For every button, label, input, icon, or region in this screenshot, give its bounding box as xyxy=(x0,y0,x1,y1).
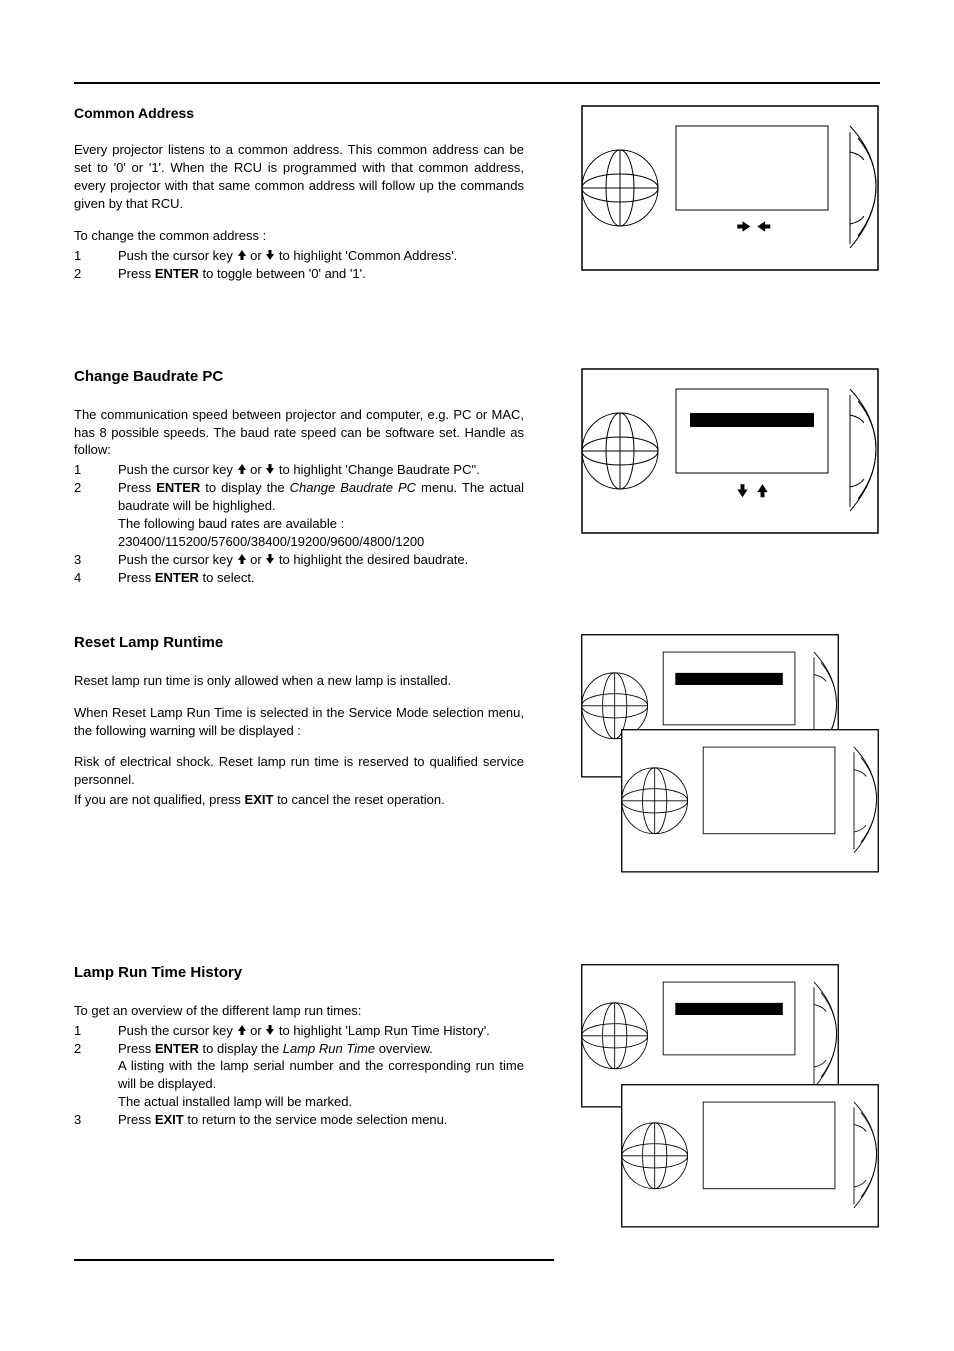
figure-change-baudrate xyxy=(580,367,880,535)
heading-lamp-history: Lamp Run Time History xyxy=(74,963,524,984)
step-number: 2 xyxy=(74,1040,118,1058)
step-text: Push the cursor key or to highlight 'Cha… xyxy=(118,461,524,479)
section-change-baudrate: Change Baudrate PC The communication spe… xyxy=(74,367,880,601)
arrow-up-icon xyxy=(237,553,247,565)
step-number: 2 xyxy=(74,479,118,497)
heading-change-baudrate: Change Baudrate PC xyxy=(74,367,524,388)
step-text: Press EXIT to return to the service mode… xyxy=(118,1111,524,1129)
step-text: Push the cursor key or to highlight the … xyxy=(118,551,524,569)
step-text: Press ENTER to display the Lamp Run Time… xyxy=(118,1040,524,1112)
step-number: 3 xyxy=(74,1111,118,1129)
para: When Reset Lamp Run Time is selected in … xyxy=(74,704,524,740)
arrow-down-icon xyxy=(265,1024,275,1036)
step-text: Push the cursor key or to highlight 'Com… xyxy=(118,247,524,265)
step-number: 4 xyxy=(74,569,118,587)
para: To get an overview of the different lamp… xyxy=(74,1002,524,1020)
top-rule xyxy=(74,82,880,84)
arrow-up-icon xyxy=(237,463,247,475)
arrow-down-icon xyxy=(265,553,275,565)
step-number: 2 xyxy=(74,265,118,283)
step-number: 1 xyxy=(74,247,118,265)
step -text: Press ENTER to select. xyxy=(118,569,524,587)
para: Risk of electrical shock. Reset lamp run… xyxy=(74,753,524,789)
section-common-address: Common Address Every projector listens t… xyxy=(74,104,880,297)
arrow-down-icon xyxy=(265,463,275,475)
section-reset-lamp-runtime: Reset Lamp Runtime Reset lamp run time i… xyxy=(74,633,880,893)
arrow-up-icon xyxy=(237,249,247,261)
heading-common-address: Common Address xyxy=(74,104,524,123)
step-text: Press ENTER to display the Change Baudra… xyxy=(118,479,524,551)
step-number: 3 xyxy=(74,551,118,569)
step-number: 1 xyxy=(74,1022,118,1040)
para: Reset lamp run time is only allowed when… xyxy=(74,672,524,690)
para: The communication speed between projecto… xyxy=(74,406,524,460)
para: If you are not qualified, press EXIT to … xyxy=(74,791,524,809)
figure-common-address xyxy=(580,104,880,272)
step-number: 1 xyxy=(74,461,118,479)
step-text: Push the cursor key or to highlight 'Lam… xyxy=(118,1022,524,1040)
bottom-rule xyxy=(74,1259,554,1261)
step-text: Press ENTER to toggle between '0' and '1… xyxy=(118,265,524,283)
arrow-down-icon xyxy=(265,249,275,261)
para: Every projector listens to a common addr… xyxy=(74,141,524,213)
figure-lamp-history xyxy=(580,963,880,1263)
figure-reset-lamp-runtime xyxy=(580,633,880,893)
para: To change the common address : xyxy=(74,227,524,245)
heading-reset-lamp-runtime: Reset Lamp Runtime xyxy=(74,633,524,654)
arrow-up-icon xyxy=(237,1024,247,1036)
section-lamp-history: Lamp Run Time History To get an overview… xyxy=(74,963,880,1263)
